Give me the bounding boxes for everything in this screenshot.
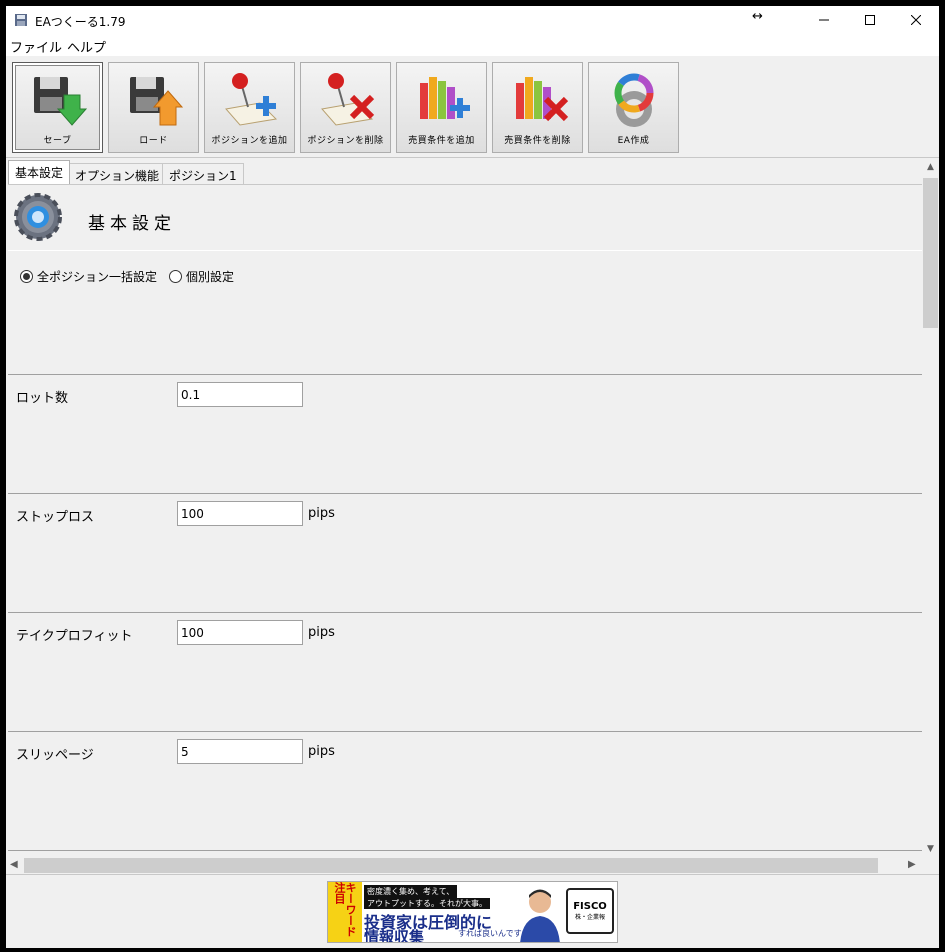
gear-icon xyxy=(14,193,62,241)
lot-size-label: ロット数 xyxy=(16,391,69,406)
delete-condition-label: 売買条件を削除 xyxy=(504,136,571,146)
save-icon xyxy=(33,77,87,126)
close-icon xyxy=(911,15,921,25)
tab-position-1[interactable]: ポジション1 xyxy=(162,163,244,184)
horizontal-scroll-thumb[interactable] xyxy=(24,858,878,873)
maximize-button[interactable] xyxy=(847,6,893,34)
scroll-right-icon[interactable]: ▶ xyxy=(908,859,916,870)
tab-basic-settings[interactable]: 基本設定 xyxy=(8,160,71,184)
tab-label: 基本設定 xyxy=(15,166,64,180)
stop-loss-input[interactable] xyxy=(177,501,303,526)
minimize-button[interactable] xyxy=(801,6,847,34)
radio-individual[interactable] xyxy=(169,269,183,283)
ad-headline2: 情報収集 xyxy=(364,928,425,943)
create-ea-button[interactable]: EA作成 xyxy=(588,62,679,153)
menu-file[interactable]: ファイル xyxy=(10,37,62,56)
save-button[interactable]: セーブ xyxy=(12,62,103,153)
mode-radio-group: 全ポジション一括設定 個別設定 xyxy=(20,267,246,285)
delete-position-icon xyxy=(320,73,374,126)
stop-loss-unit: pips xyxy=(308,506,335,521)
stop-loss-row: ストップロス pips xyxy=(8,493,922,612)
vertical-scroll-thumb[interactable] xyxy=(923,178,938,328)
delete-position-label: ポジションを削除 xyxy=(307,136,384,146)
slippage-row: スリッページ pips xyxy=(8,731,922,850)
settings-panel: 基本設定 全ポジション一括設定 個別設定 ロット数 ストップロス pips テイ… xyxy=(8,184,922,857)
ad-banner-line1: 密度濃く集め、考えて、 xyxy=(364,885,458,898)
add-position-button[interactable]: ポジションを追加 xyxy=(204,62,295,153)
scroll-down-icon[interactable]: ▼ xyxy=(922,844,939,854)
take-profit-label: テイクプロフィット xyxy=(16,629,133,644)
delete-condition-icon xyxy=(515,77,568,122)
delete-condition-button[interactable]: 売買条件を削除 xyxy=(492,62,583,153)
stop-loss-label: ストップロス xyxy=(16,510,95,525)
title-bar[interactable]: EAつくーる1.79 ↔ xyxy=(6,6,939,34)
resize-cursor-icon: ↔ xyxy=(752,9,763,24)
window-title: EAつくーる1.79 xyxy=(35,15,126,29)
add-condition-icon xyxy=(419,77,470,119)
horizontal-scrollbar[interactable]: ◀ ▶ xyxy=(6,857,922,874)
tab-strip: 基本設定 オプション機能 ポジション1 xyxy=(6,160,939,184)
ad-person-image xyxy=(520,889,560,942)
slippage-label: スリッページ xyxy=(16,748,94,763)
menu-bar: ファイル ヘルプ xyxy=(6,34,939,56)
fisco-logo: FISCO 株・企業報 xyxy=(566,888,614,934)
load-label: ロード xyxy=(139,136,168,146)
close-button[interactable] xyxy=(893,6,939,34)
create-ea-icon xyxy=(614,73,653,127)
tab-label: ポジション1 xyxy=(169,169,237,183)
app-icon xyxy=(15,14,27,26)
menu-help[interactable]: ヘルプ xyxy=(67,37,106,56)
lot-size-input[interactable] xyxy=(177,382,303,407)
tab-option-features[interactable]: オプション機能 xyxy=(68,163,167,184)
minimize-icon xyxy=(819,19,829,21)
app-window: EAつくーる1.79 ↔ ファイル ヘルプ セーブ ロード ポジションを追加 ポ… xyxy=(6,6,939,948)
scroll-left-icon[interactable]: ◀ xyxy=(10,859,18,870)
save-label: セーブ xyxy=(43,136,72,146)
lot-size-row: ロット数 xyxy=(8,374,922,493)
take-profit-unit: pips xyxy=(308,625,335,640)
maximize-icon xyxy=(865,15,875,25)
vertical-scrollbar[interactable]: ▲ ▼ xyxy=(922,160,939,857)
add-position-icon xyxy=(224,73,277,126)
slippage-input[interactable] xyxy=(177,739,303,764)
scroll-up-icon[interactable]: ▲ xyxy=(922,162,939,172)
add-condition-button[interactable]: 売買条件を追加 xyxy=(396,62,487,153)
load-icon xyxy=(129,77,183,126)
toolbar: セーブ ロード ポジションを追加 ポジションを削除 売買条件を追加 売買条件を削… xyxy=(6,56,939,158)
next-row xyxy=(8,850,922,857)
load-button[interactable]: ロード xyxy=(108,62,199,153)
fisco-logo-text: FISCO xyxy=(573,901,607,912)
add-condition-label: 売買条件を追加 xyxy=(408,136,475,146)
ad-banner[interactable]: キーワード注目 密度濃く集め、考えて、 アウトプットする。それが大事。 投資家は… xyxy=(327,881,618,943)
add-position-label: ポジションを追加 xyxy=(211,136,288,146)
create-ea-label: EA作成 xyxy=(617,136,650,146)
section-header: 基本設定 xyxy=(8,185,922,251)
fisco-logo-sub: 株・企業報 xyxy=(574,914,605,921)
radio-all-positions[interactable] xyxy=(20,269,33,283)
take-profit-row: テイクプロフィット pips xyxy=(8,612,922,731)
radio-individual-label: 個別設定 xyxy=(186,269,235,284)
ad-banner-line2: アウトプットする。それが大事。 xyxy=(364,898,490,909)
delete-position-button[interactable]: ポジションを削除 xyxy=(300,62,391,153)
radio-all-positions-label: 全ポジション一括設定 xyxy=(37,269,158,284)
footer-ad-area: キーワード注目 密度濃く集め、考えて、 アウトプットする。それが大事。 投資家は… xyxy=(6,874,939,948)
slippage-unit: pips xyxy=(308,744,335,759)
ad-keyword-tag: キーワード注目 xyxy=(328,882,362,942)
section-title: 基本設定 xyxy=(88,214,176,234)
tab-label: オプション機能 xyxy=(75,169,160,183)
take-profit-input[interactable] xyxy=(177,620,303,645)
